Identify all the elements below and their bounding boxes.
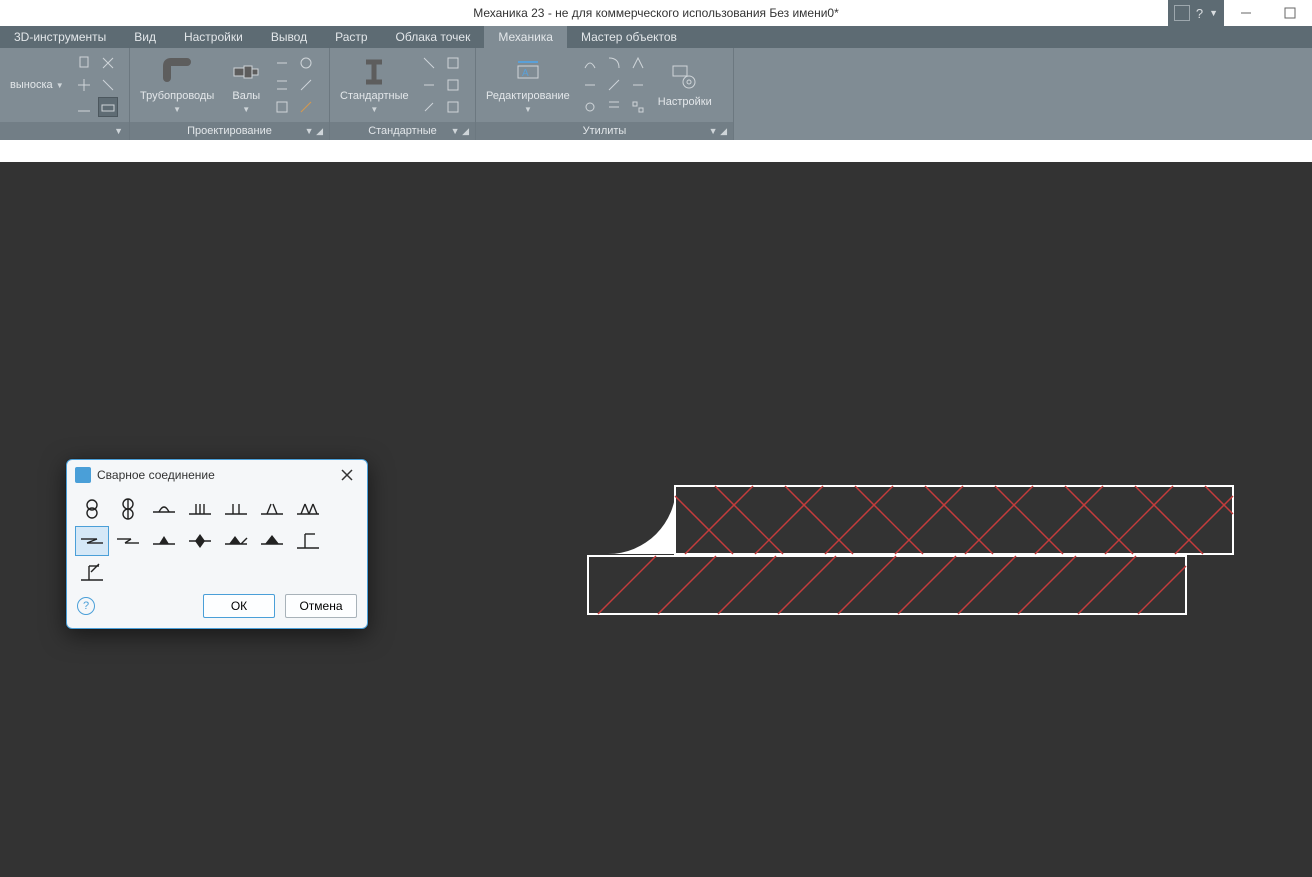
title-bar: Механика 23 - не для коммерческого испол…	[0, 0, 1312, 26]
weld-opt-bevel-vee-1[interactable]	[147, 526, 181, 556]
tool-icon-2[interactable]	[74, 75, 94, 95]
std-tool-5[interactable]	[443, 75, 463, 95]
dialog-help-button[interactable]: ?	[77, 597, 95, 615]
window-controls: ? ▼	[1168, 0, 1312, 26]
tab-raster[interactable]: Растр	[321, 26, 381, 48]
tab-object-master[interactable]: Мастер объектов	[567, 26, 691, 48]
tab-view[interactable]: Вид	[120, 26, 170, 48]
ribbon-group-design: Трубопроводы ▼ Валы ▼ Проект	[130, 48, 330, 140]
edit-button[interactable]: A Редактирование ▼	[480, 54, 576, 115]
group-expand-icon[interactable]: ▼ ◢	[305, 126, 323, 137]
standard-button[interactable]: Стандартные ▼	[334, 54, 415, 115]
weld-opt-plate-edge-2[interactable]	[75, 558, 109, 588]
help-question-icon: ?	[1196, 6, 1203, 21]
weld-fillet-shape	[608, 486, 676, 554]
leader-dropdown[interactable]: выноска ▼	[4, 77, 70, 93]
hatch-top-left	[675, 486, 1233, 554]
weld-opt-bevel-vee-3[interactable]	[255, 526, 289, 556]
weld-opt-fillet-up-2[interactable]	[219, 494, 253, 524]
ribbon-group-utilities: A Редактирование ▼	[476, 48, 734, 140]
gear-icon	[669, 62, 701, 94]
sub-toolbar-strip	[0, 140, 1312, 162]
tool-icon-6[interactable]	[98, 97, 118, 117]
shafts-button[interactable]: Валы ▼	[224, 54, 268, 115]
std-tool-4[interactable]	[443, 53, 463, 73]
help-dropdown[interactable]: ? ▼	[1168, 0, 1224, 26]
ribbon: выноска ▼ ▼ Трубопроводы ▼	[0, 48, 1312, 140]
dialog-titlebar[interactable]: Сварное соединение	[67, 460, 367, 490]
tool-icon-5[interactable]	[98, 75, 118, 95]
tool-icon-3[interactable]	[74, 97, 94, 117]
tab-output[interactable]: Вывод	[257, 26, 321, 48]
hatch-bottom	[598, 556, 1186, 614]
ribbon-tabs: 3D-инструменты Вид Настройки Вывод Растр…	[0, 26, 1312, 48]
maximize-button[interactable]	[1268, 0, 1312, 26]
tab-3d-tools[interactable]: 3D-инструменты	[0, 26, 120, 48]
std-tool-2[interactable]	[419, 75, 439, 95]
ibeam-icon	[358, 56, 390, 88]
ok-button[interactable]: ОК	[203, 594, 275, 618]
group-label-design: Проектирование	[187, 125, 272, 137]
weld-opt-circle-pair-2[interactable]	[111, 494, 145, 524]
util-tool-7[interactable]	[628, 53, 648, 73]
shaft-icon	[230, 56, 262, 88]
util-tool-9[interactable]	[628, 97, 648, 117]
design-tool-2[interactable]	[272, 75, 292, 95]
weld-opt-plate-lap-2[interactable]	[111, 526, 145, 556]
weld-opt-plate-lap-1[interactable]	[75, 526, 109, 556]
group-expand-icon[interactable]: ▼ ◢	[709, 126, 727, 137]
util-tool-1[interactable]	[580, 53, 600, 73]
tab-point-clouds[interactable]: Облака точек	[382, 26, 485, 48]
svg-text:A: A	[522, 68, 529, 79]
dialog-footer: ? ОК Отмена	[67, 590, 367, 628]
design-tool-6[interactable]	[296, 97, 316, 117]
minimize-button[interactable]	[1224, 0, 1268, 26]
weld-dialog: Сварное соединение ? ОК Отмена	[66, 459, 368, 629]
std-tool-3[interactable]	[419, 97, 439, 117]
std-tool-1[interactable]	[419, 53, 439, 73]
tool-icon-1[interactable]	[74, 53, 94, 73]
weld-opt-fillet-up-flare[interactable]	[255, 494, 289, 524]
weld-options-grid	[67, 490, 367, 590]
settings-button[interactable]: Настройки	[652, 60, 718, 110]
util-tool-3[interactable]	[580, 97, 600, 117]
chevron-down-icon: ▼	[1209, 8, 1218, 18]
tool-icon-4[interactable]	[98, 53, 118, 73]
cancel-button[interactable]: Отмена	[285, 594, 357, 618]
design-tool-5[interactable]	[296, 75, 316, 95]
help-panel-icon	[1174, 5, 1190, 21]
std-tool-6[interactable]	[443, 97, 463, 117]
weld-opt-plate-edge-1[interactable]	[291, 526, 325, 556]
pipe-icon	[161, 56, 193, 88]
dialog-app-icon	[75, 467, 91, 483]
group-label-standard: Стандартные	[368, 125, 437, 137]
design-tool-1[interactable]	[272, 53, 292, 73]
tab-settings[interactable]: Настройки	[170, 26, 257, 48]
weld-opt-fillet-up-1[interactable]	[183, 494, 217, 524]
util-tool-5[interactable]	[604, 75, 624, 95]
weld-opt-bevel-vee-2[interactable]	[219, 526, 253, 556]
dialog-close-button[interactable]	[335, 463, 359, 487]
weld-opt-fillet-double[interactable]	[291, 494, 325, 524]
group-expand-icon[interactable]: ▼ ◢	[451, 126, 469, 137]
design-tool-4[interactable]	[296, 53, 316, 73]
weld-opt-fillet-top[interactable]	[147, 494, 181, 524]
pipelines-button[interactable]: Трубопроводы ▼	[134, 54, 220, 115]
design-tool-3[interactable]	[272, 97, 292, 117]
tab-mechanics[interactable]: Механика	[484, 26, 567, 48]
util-tool-4[interactable]	[604, 53, 624, 73]
dialog-title: Сварное соединение	[97, 468, 215, 482]
top-plate	[675, 486, 1233, 554]
edit-text-icon: A	[512, 56, 544, 88]
util-tool-8[interactable]	[628, 75, 648, 95]
ribbon-group-leader: выноска ▼ ▼	[0, 48, 130, 140]
util-tool-6[interactable]	[604, 97, 624, 117]
weld-opt-circle-pair-1[interactable]	[75, 494, 109, 524]
group-label-utilities: Утилиты	[583, 125, 627, 137]
ribbon-group-standard: Стандартные ▼ Стандартные ▼ ◢	[330, 48, 476, 140]
weld-opt-bevel-x[interactable]	[183, 526, 217, 556]
util-tool-2[interactable]	[580, 75, 600, 95]
app-title: Механика 23 - не для коммерческого испол…	[473, 6, 839, 20]
